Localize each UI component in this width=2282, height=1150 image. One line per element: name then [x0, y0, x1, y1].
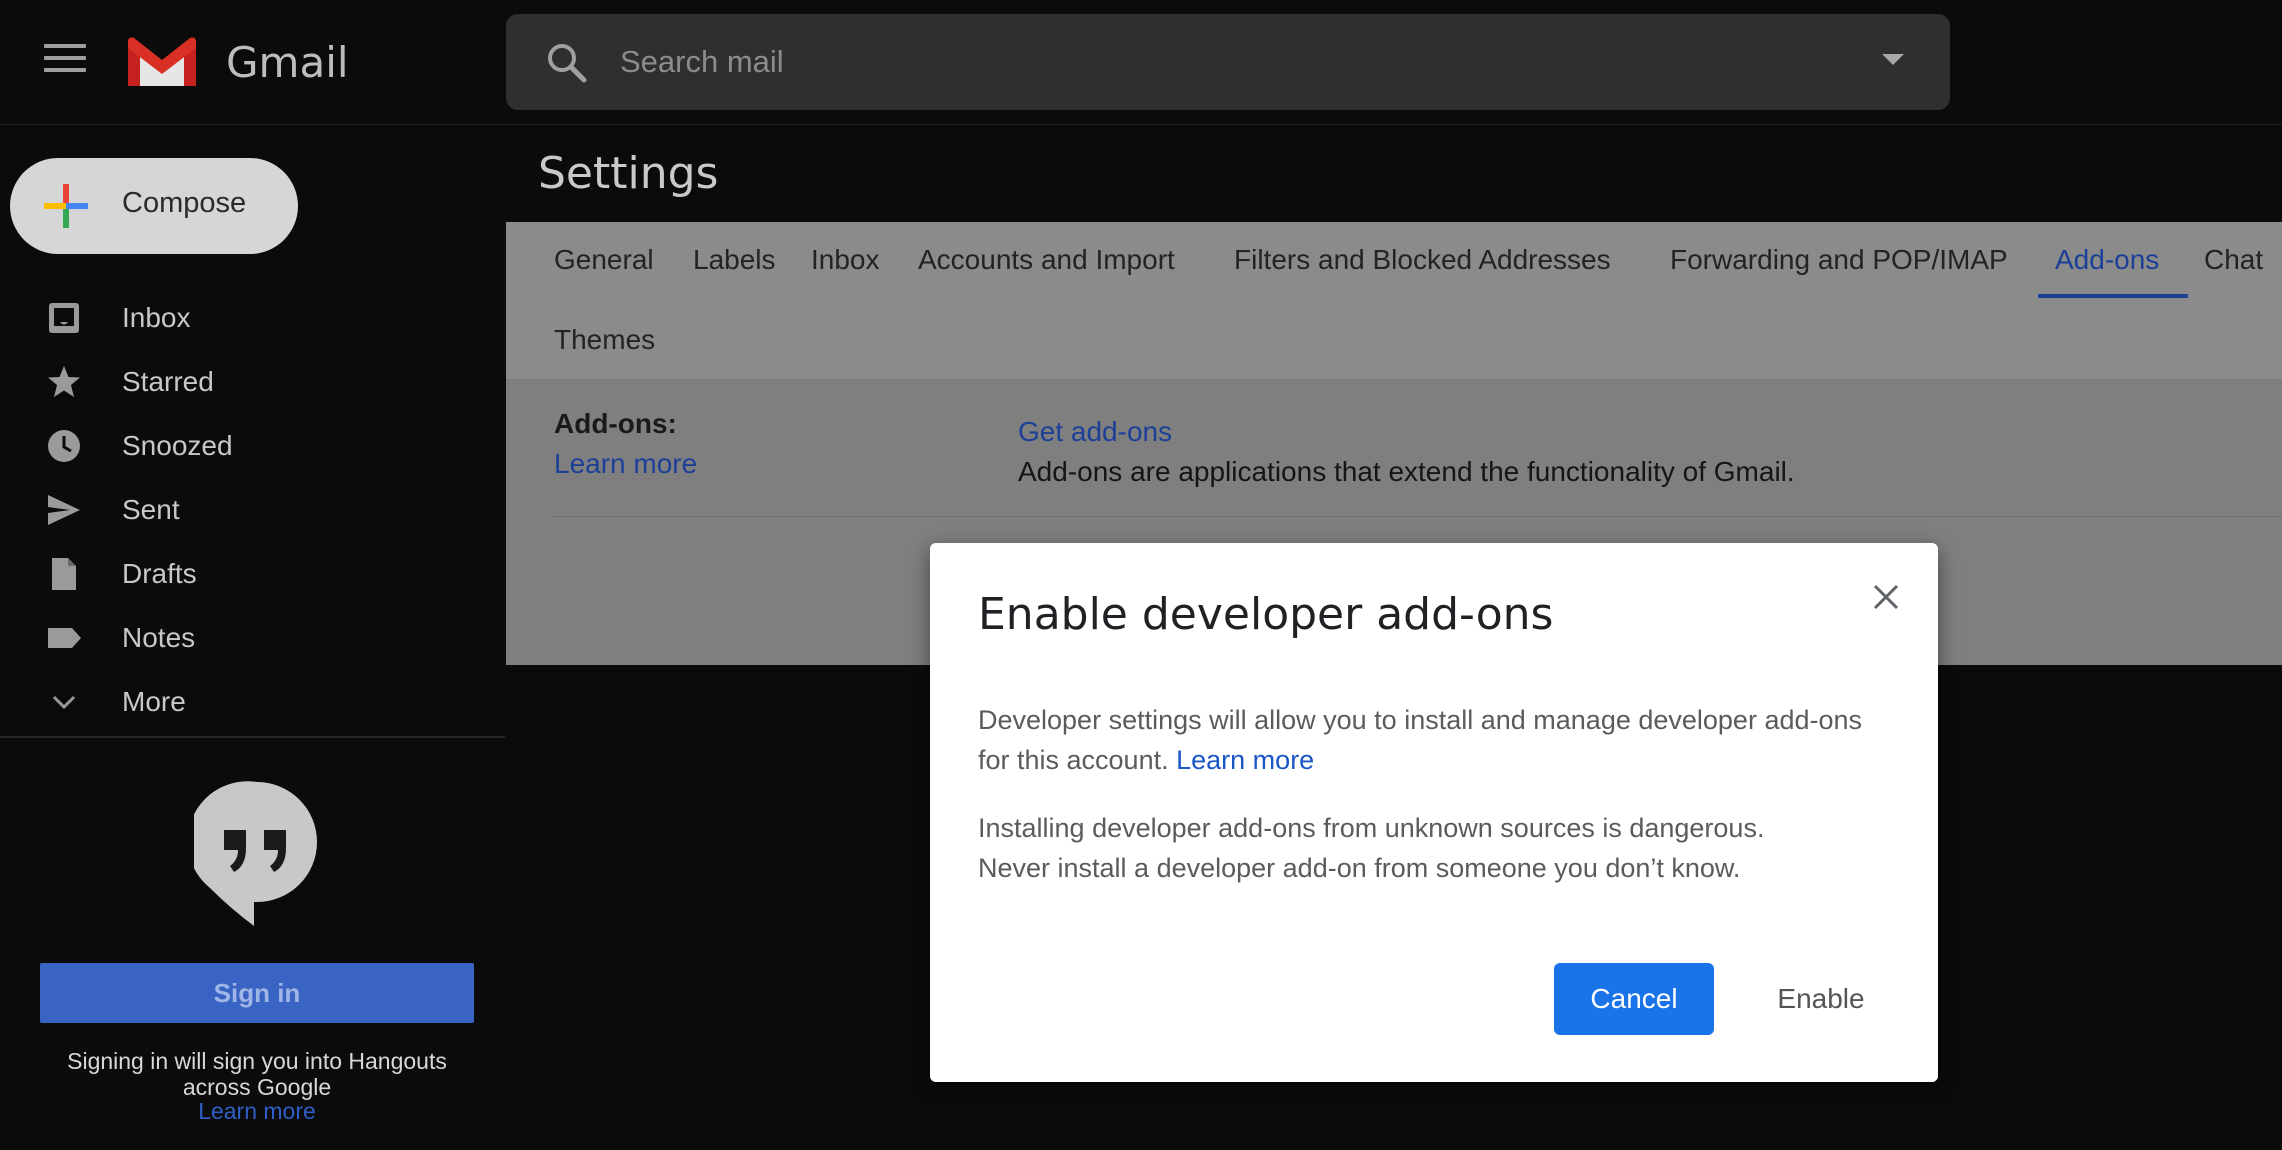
sidebar-item-label: Sent: [122, 494, 180, 525]
search-icon[interactable]: [544, 40, 588, 84]
main-menu-icon[interactable]: [44, 44, 86, 80]
tab-forwarding-and-pop-imap[interactable]: Forwarding and POP/IMAP: [1670, 244, 2008, 276]
sidebar-item-sent[interactable]: Sent: [0, 480, 500, 540]
chevron-down-icon: [52, 695, 76, 710]
plus-icon: [44, 184, 88, 228]
hangouts-icon: [194, 781, 317, 926]
dialog-warning-line: Never install a developer add-on from so…: [978, 853, 1741, 883]
label-icon: [48, 628, 81, 648]
send-icon: [48, 495, 80, 525]
hangouts-learn-more-link[interactable]: Learn more: [40, 1098, 474, 1125]
compose-label: Compose: [122, 187, 247, 219]
tab-add-ons[interactable]: Add-ons: [2055, 244, 2159, 276]
app-name: Gmail: [226, 38, 349, 87]
row-divider: [554, 516, 2282, 517]
compose-button[interactable]: Compose: [10, 158, 298, 254]
sidebar-item-drafts[interactable]: Drafts: [0, 544, 500, 604]
gmail-logo-icon[interactable]: [124, 34, 200, 90]
dialog-learn-more-link[interactable]: Learn more: [1176, 745, 1314, 775]
hangouts-sign-in-button[interactable]: Sign in: [40, 963, 474, 1023]
sidebar-item-label: Inbox: [122, 302, 191, 333]
close-icon[interactable]: [1866, 577, 1906, 617]
star-icon: [48, 366, 80, 397]
enable-developer-add-ons-dialog: Enable developer add-ons Developer setti…: [930, 543, 1938, 1082]
dialog-paragraph-text: Developer settings will allow you to ins…: [978, 705, 1863, 775]
sidebar-item-snoozed[interactable]: Snoozed: [0, 416, 500, 476]
sidebar-divider: [0, 736, 505, 738]
sidebar-item-label: Starred: [122, 366, 214, 397]
tab-accounts-and-import[interactable]: Accounts and Import: [918, 244, 1175, 276]
sidebar-item-label: Snoozed: [122, 430, 233, 461]
dialog-warning-line: Installing developer add-ons from unknow…: [978, 813, 1765, 843]
enable-button[interactable]: Enable: [1744, 963, 1898, 1035]
search-options-icon[interactable]: [1882, 54, 1904, 65]
add-ons-learn-more-link[interactable]: Learn more: [554, 448, 697, 480]
active-tab-indicator: [2038, 294, 2188, 298]
page-title: Settings: [538, 148, 719, 199]
dialog-warning: Installing developer add-ons from unknow…: [978, 808, 1898, 888]
tab-general[interactable]: General: [554, 244, 654, 276]
cancel-button[interactable]: Cancel: [1554, 963, 1714, 1035]
tab-themes[interactable]: Themes: [554, 324, 655, 356]
hangouts-sign-in-note: Signing in will sign you into Hangouts a…: [67, 1048, 447, 1100]
sidebar-item-inbox[interactable]: Inbox: [0, 288, 500, 348]
dialog-paragraph: Developer settings will allow you to ins…: [978, 700, 1898, 780]
draft-icon: [52, 558, 76, 590]
top-header: Gmail: [0, 0, 2282, 125]
sidebar-item-more[interactable]: More: [0, 672, 500, 732]
sidebar-item-label: More: [122, 686, 186, 717]
tab-inbox[interactable]: Inbox: [811, 244, 880, 276]
get-add-ons-link[interactable]: Get add-ons: [1018, 416, 1172, 448]
dialog-title: Enable developer add-ons: [978, 589, 1554, 640]
clock-icon: [48, 430, 80, 462]
sidebar-item-notes[interactable]: Notes: [0, 608, 500, 668]
add-ons-description: Add-ons are applications that extend the…: [1018, 456, 1795, 487]
settings-tabs: General Labels Inbox Accounts and Import…: [506, 222, 2282, 380]
sidebar-item-starred[interactable]: Starred: [0, 352, 500, 412]
sidebar-item-label: Drafts: [122, 558, 197, 589]
tab-labels[interactable]: Labels: [693, 244, 776, 276]
search-bar[interactable]: [506, 14, 1950, 110]
inbox-icon: [49, 303, 79, 333]
sidebar-item-label: Notes: [122, 622, 196, 653]
tab-filters-and-blocked-addresses[interactable]: Filters and Blocked Addresses: [1234, 244, 1611, 276]
add-ons-row-label: Add-ons:: [554, 408, 677, 439]
tab-chat[interactable]: Chat: [2204, 244, 2263, 276]
search-input[interactable]: [620, 34, 1820, 90]
